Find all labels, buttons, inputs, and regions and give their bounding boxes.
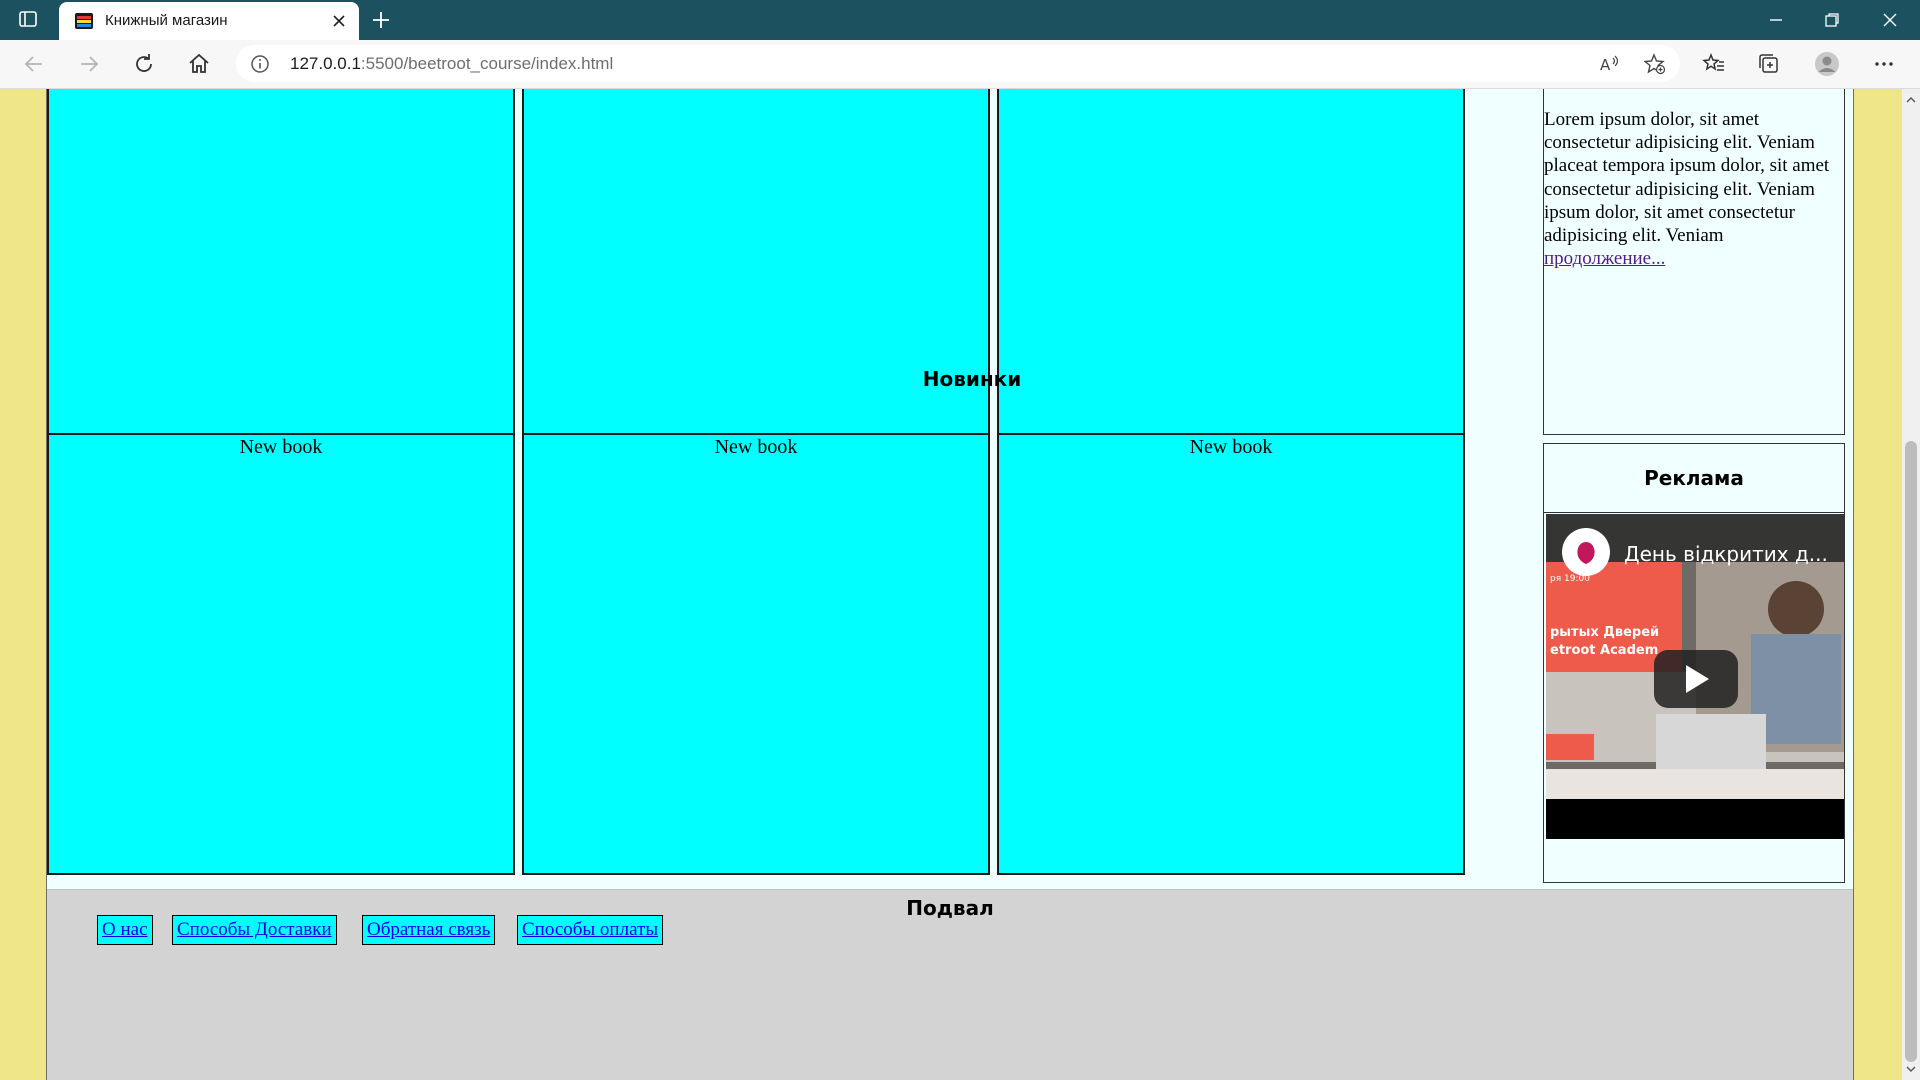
svg-text:рытых Дверей: рытых Дверей	[1550, 625, 1659, 640]
new-book-label: New book	[714, 436, 798, 458]
home-icon[interactable]	[187, 52, 211, 76]
scroll-down-icon[interactable]	[1906, 1064, 1916, 1074]
address-bar[interactable]: 127.0.0.1:5500/beetroot_course/index.htm…	[236, 45, 1680, 82]
browser-tab-bar: Книжный магазин	[0, 0, 1920, 40]
vertical-scrollbar[interactable]	[1902, 89, 1920, 1080]
new-book-card[interactable]: New book	[522, 433, 990, 875]
site-info-icon[interactable]	[250, 54, 270, 74]
footer-link-about[interactable]: О нас	[97, 915, 153, 945]
svg-text:etroot Academ: etroot Academ	[1550, 643, 1658, 658]
browser-nav-bar: 127.0.0.1:5500/beetroot_course/index.htm…	[0, 40, 1920, 89]
more-menu-icon[interactable]	[1872, 52, 1896, 76]
restore-icon[interactable]	[1822, 10, 1842, 30]
scroll-up-icon[interactable]	[1906, 95, 1916, 105]
new-book-card[interactable]: New book	[997, 433, 1465, 875]
close-window-icon[interactable]	[1880, 10, 1900, 30]
browser-tab-active[interactable]: Книжный магазин	[59, 2, 359, 40]
continue-reading-link[interactable]: продолжение...	[1544, 248, 1665, 269]
add-favorite-icon[interactable]	[1644, 53, 1666, 75]
scrollbar-thumb[interactable]	[1905, 441, 1917, 1062]
collections-icon[interactable]	[1757, 52, 1781, 76]
minimize-icon[interactable]	[1766, 10, 1786, 30]
new-book-label: New book	[1189, 436, 1273, 458]
page-footer: Подвал О нас Способы Доставки Обратная с…	[47, 889, 1853, 1080]
forward-icon[interactable]	[77, 52, 101, 76]
ad-title: Реклама	[1544, 444, 1844, 513]
ad-box: Реклама рытых Дверей etroot Academ ря 19…	[1543, 443, 1845, 883]
favorites-icon[interactable]	[1702, 52, 1726, 76]
new-book-card[interactable]: New book	[47, 433, 515, 875]
aside-text: Lorem ipsum dolor, sit amet consectetur …	[1544, 109, 1830, 247]
tab-actions-icon[interactable]	[18, 9, 38, 29]
new-books-title: Новинки	[922, 367, 1022, 391]
read-aloud-icon[interactable]: A	[1598, 53, 1620, 75]
new-book-label: New book	[239, 436, 323, 458]
footer-link-feedback[interactable]: Обратная связь	[362, 915, 496, 945]
svg-text:A: A	[1600, 56, 1611, 74]
url-text: 127.0.0.1:5500/beetroot_course/index.htm…	[290, 54, 614, 73]
tab-title: Книжный магазин	[105, 12, 228, 29]
aside-paragraph: Lorem ipsum dolor, sit amet consectetur …	[1544, 89, 1844, 270]
footer-link-delivery[interactable]: Способы Доставки	[172, 915, 337, 945]
footer-link-payment[interactable]: Способы оплаты	[517, 915, 664, 945]
video-embed[interactable]: рытых Дверей etroot Academ ря 19:00 День…	[1546, 514, 1844, 839]
back-icon[interactable]	[22, 52, 46, 76]
page-viewport: Lorem ipsum dolor, sit amet consectetur …	[0, 89, 1902, 1080]
book-favicon-icon	[75, 13, 93, 29]
video-title: День відкритих д...	[1624, 542, 1828, 566]
page-container: Lorem ipsum dolor, sit amet consectetur …	[46, 89, 1854, 1080]
close-tab-icon[interactable]	[331, 13, 347, 29]
profile-avatar-icon[interactable]	[1815, 52, 1839, 76]
refresh-icon[interactable]	[132, 52, 156, 76]
new-tab-icon[interactable]	[370, 9, 392, 31]
